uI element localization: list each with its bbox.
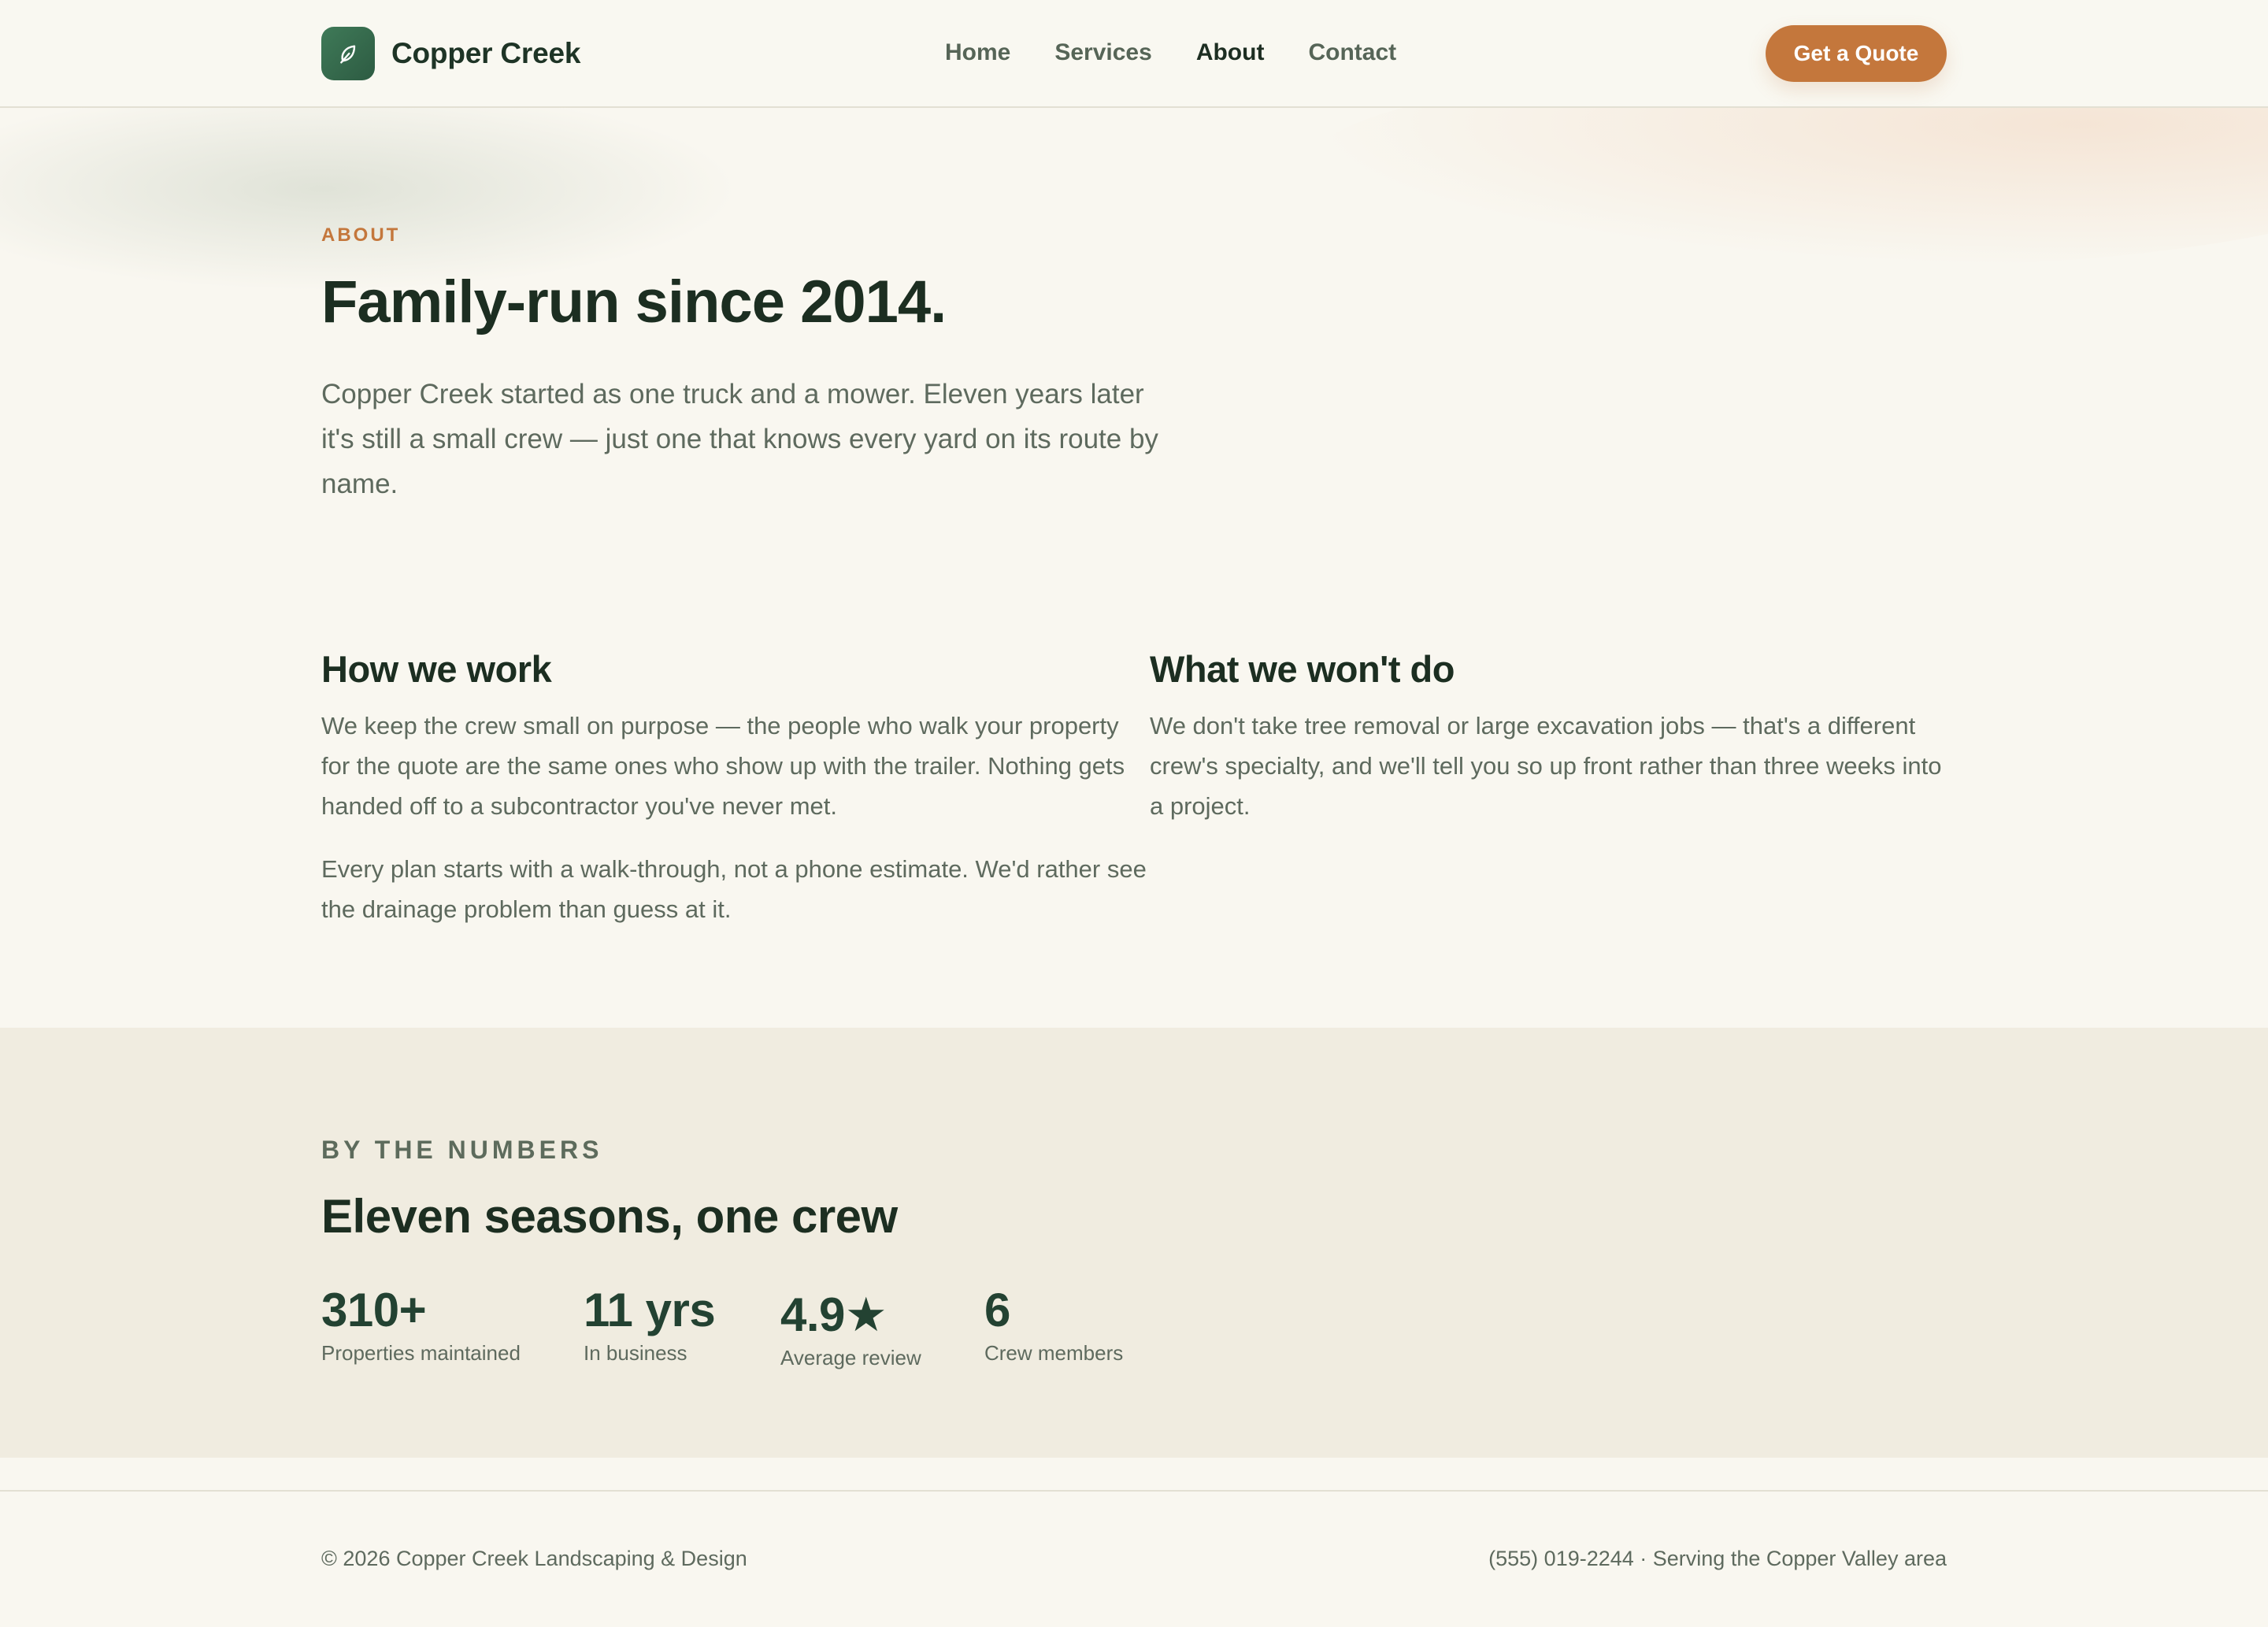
stat-label: In business — [584, 1341, 687, 1365]
get-a-quote-button[interactable]: Get a Quote — [1766, 25, 1947, 82]
stat-value: 6 — [984, 1284, 1010, 1336]
stat-properties: 310+ Properties maintained — [321, 1284, 521, 1366]
page: Copper Creek Home Services About Contact… — [0, 0, 2268, 1627]
how-we-work-section: How we work We keep the crew small on pu… — [321, 647, 1148, 929]
brand-link[interactable]: Copper Creek — [321, 27, 580, 80]
nav-item-contact[interactable]: Contact — [1308, 39, 1396, 66]
section-paragraph: We keep the crew small on purpose — the … — [321, 712, 1125, 820]
footer-copyright: © 2026 Copper Creek Landscaping & Design — [321, 1547, 747, 1570]
stat-value: 310+ — [321, 1284, 427, 1336]
hero-glow-decoration — [0, 87, 740, 291]
numbers-eyebrow: BY THE NUMBERS — [321, 1136, 603, 1164]
site-footer: © 2026 Copper Creek Landscaping & Design… — [0, 1490, 2268, 1627]
stat-value: 11 yrs — [584, 1284, 716, 1336]
stat-value: 4.9★ — [780, 1288, 888, 1341]
stat-label: Average review — [780, 1346, 921, 1369]
section-paragraph: Every plan starts with a walk-through, n… — [321, 855, 1147, 923]
what-we-wont-do-section: What we won't do We don't take tree remo… — [1150, 647, 1953, 826]
leaf-icon — [321, 27, 375, 80]
page-title: Family-run since 2014. — [321, 269, 947, 335]
nav-item-home[interactable]: Home — [945, 39, 1010, 66]
section-heading: How we work — [321, 648, 552, 690]
site-header: Copper Creek Home Services About Contact… — [0, 0, 2268, 108]
main-nav: Home Services About Contact — [945, 39, 1440, 66]
stat-review: 4.9★ Average review — [780, 1284, 921, 1370]
footer-contact: (555) 019-2244 · Serving the Copper Vall… — [1488, 1547, 1947, 1570]
brand-name: Copper Creek — [391, 37, 581, 69]
section-heading: What we won't do — [1150, 648, 1455, 690]
hero-eyebrow: ABOUT — [321, 224, 401, 246]
numbers-section: BY THE NUMBERS Eleven seasons, one crew … — [0, 1028, 2268, 1458]
stat-crew: 6 Crew members — [984, 1284, 1123, 1366]
nav-item-services[interactable]: Services — [1054, 39, 1151, 66]
section-paragraph: We don't take tree removal or large exca… — [1150, 712, 1942, 820]
numbers-title: Eleven seasons, one crew — [321, 1190, 898, 1243]
nav-item-about[interactable]: About — [1196, 39, 1265, 66]
stat-label: Properties maintained — [321, 1341, 521, 1365]
stat-years: 11 yrs In business — [584, 1284, 716, 1366]
hero-lead: Copper Creek started as one truck and a … — [321, 379, 1158, 499]
stat-label: Crew members — [984, 1341, 1124, 1365]
